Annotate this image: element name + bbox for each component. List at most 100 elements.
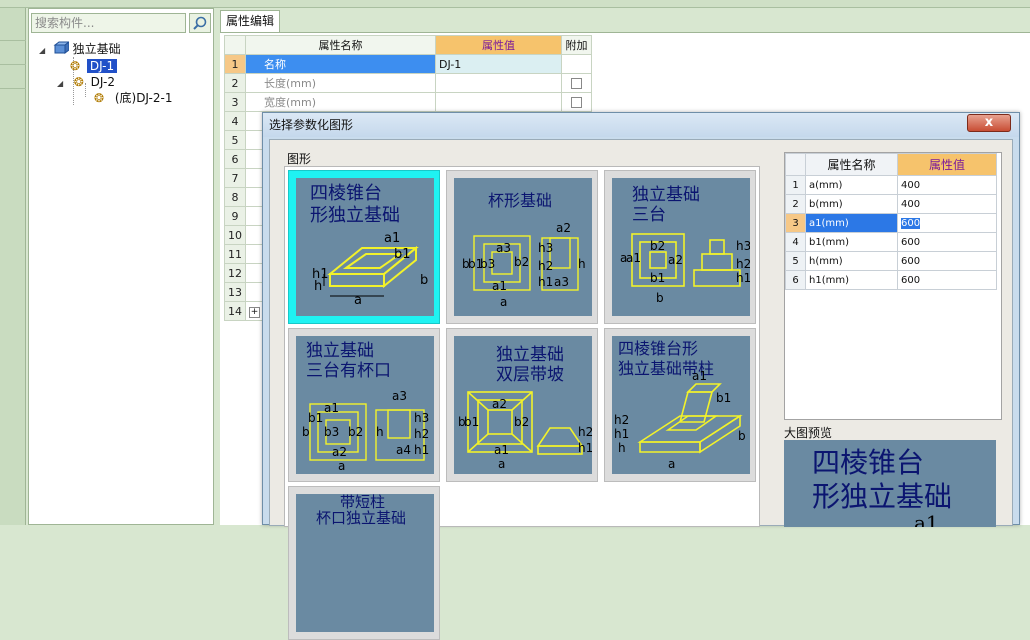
search-button[interactable] (189, 13, 211, 33)
row-number: 8 (224, 187, 246, 207)
param-value[interactable]: 600 (897, 232, 997, 252)
svg-text:b1: b1 (308, 411, 323, 425)
table-row[interactable]: 3 宽度(mm) (224, 92, 592, 112)
svg-text:b: b (302, 425, 310, 439)
param-header-value: 属性值 (897, 153, 997, 176)
table-row[interactable]: 2 b(mm) 400 (785, 194, 997, 214)
row-number: 1 (224, 54, 246, 74)
row-number: 5 (785, 251, 806, 271)
svg-text:h3: h3 (414, 411, 429, 425)
shape-tile-short-column-cup[interactable]: 带短柱 杯口独立基础 (288, 486, 440, 640)
row-value[interactable] (435, 73, 562, 93)
shape-tile-cup-base[interactable]: 杯形基础 b b1 b3 a3 b2 a1 a a2 h3 h2 h1 h a3 (446, 170, 598, 324)
row-value[interactable] (435, 92, 562, 112)
svg-text:b3: b3 (480, 257, 495, 271)
tree-node-dj1[interactable]: ❂ DJ-1 (67, 58, 118, 74)
param-value[interactable]: 400 (897, 175, 997, 195)
expand-icon[interactable]: + (249, 307, 260, 318)
tree-node-root[interactable]: ◢ 独立基础 (39, 41, 121, 57)
svg-text:a1: a1 (626, 251, 641, 265)
row-number: 6 (224, 149, 246, 169)
svg-text:h2: h2 (538, 259, 553, 273)
svg-text:a: a (354, 293, 362, 308)
svg-text:h3: h3 (736, 239, 750, 253)
left-dock-bar (0, 8, 26, 525)
param-name: h1(mm) (805, 270, 898, 290)
shape-tile-three-step-cup[interactable]: 独立基础 三台有杯口 b b1 a1 b3 b2 a2 a a3 h3 h2 h1 a4 h (288, 328, 440, 482)
svg-text:a2: a2 (492, 397, 507, 411)
tab-property-edit[interactable]: 属性编辑 (220, 10, 280, 32)
row-number: 2 (224, 73, 246, 93)
three-step-diagram: aa1b2a2b1bh3h2h1 (620, 233, 750, 305)
svg-text:a3: a3 (496, 241, 511, 255)
svg-text:a1: a1 (384, 231, 400, 246)
shape-thumbnail: 独立基础 双层带坡 b b1 a2 b2 a1 a h2 h1 (454, 336, 592, 474)
component-group-icon (53, 41, 71, 59)
collapse-icon[interactable]: ◢ (39, 43, 49, 59)
svg-text:h2: h2 (578, 425, 592, 439)
table-row[interactable]: 2 长度(mm) (224, 73, 592, 93)
param-name: h(mm) (805, 251, 898, 271)
row-number: 7 (224, 168, 246, 188)
gear-icon: ❂ (93, 91, 105, 105)
corner-cell (224, 35, 246, 55)
preview-subtitle: 形独立基础 (812, 480, 953, 513)
param-value-editing[interactable]: 600 (897, 213, 997, 233)
dialog-body: 图形 四棱锥台 形独立基础 a a1 b1 b h1 h 杯形基础 b b1 b… (269, 139, 1013, 640)
table-row[interactable]: 4 b1(mm) 600 (785, 232, 997, 252)
svg-text:h1: h1 (736, 271, 750, 285)
svg-text:a2: a2 (668, 253, 683, 267)
param-value[interactable]: 600 (897, 270, 997, 290)
svg-text:a2: a2 (556, 221, 571, 235)
tree-node-dj2-1[interactable]: ❂ (底)DJ-2-1 (91, 90, 173, 106)
shape-thumbnail: 四棱锥台 形独立基础 a a1 b1 b h1 h (296, 178, 434, 316)
cup-base-diagram: bb1b3a3b2a1aa2h3h2h1ha3 (462, 221, 586, 309)
pyramid-base-diagram: aa1b1bh1h (312, 231, 428, 308)
svg-text:b: b (656, 291, 664, 305)
top-toolbar-strip (0, 0, 1030, 8)
table-row[interactable]: 5 h(mm) 600 (785, 251, 997, 271)
close-button[interactable]: x (967, 114, 1011, 132)
svg-text:b3: b3 (324, 425, 339, 439)
row-number: 10 (224, 225, 246, 245)
svg-text:h2: h2 (736, 257, 750, 271)
svg-text:b2: b2 (650, 239, 665, 253)
search-input[interactable]: 搜索构件... (31, 13, 186, 33)
row-number: 9 (224, 206, 246, 226)
param-name: b(mm) (805, 194, 898, 214)
svg-text:b1: b1 (716, 391, 731, 405)
shape-tile-double-slope[interactable]: 独立基础 双层带坡 b b1 a2 b2 a1 a h2 h1 (446, 328, 598, 482)
param-header-name: 属性名称 (805, 153, 898, 176)
component-tree-panel: 搜索构件... ◢ 独立基础 ❂ DJ-1 ◢ ❂ DJ-2 ❂ (底)DJ-2… (28, 8, 214, 525)
search-icon (193, 16, 207, 30)
svg-text:a1: a1 (492, 279, 507, 293)
row-extra (561, 54, 592, 74)
row-checkbox[interactable] (571, 97, 582, 108)
param-value[interactable]: 600 (897, 251, 997, 271)
preview-label: 大图预览 (784, 426, 833, 440)
large-preview: 四棱锥台 形独立基础 a1 (784, 440, 996, 527)
shape-grid: 四棱锥台 形独立基础 a a1 b1 b h1 h 杯形基础 b b1 b3 a… (284, 166, 760, 640)
table-row[interactable]: 1 名称 DJ-1 (224, 54, 592, 74)
param-value-selected[interactable]: 600 (901, 217, 921, 229)
svg-text:b2: b2 (348, 425, 363, 439)
shape-parameters-panel: 属性名称 属性值 1 a(mm) 400 2 b(mm) 400 3 a1(mm) 600 … (784, 152, 1002, 420)
table-row[interactable]: 3 a1(mm) 600 (785, 213, 997, 233)
shape-tile-pyramid-with-column[interactable]: 四棱锥台形 独立基础带柱 a1 b1 b h2 h1 h a (604, 328, 756, 482)
svg-text:h: h (578, 257, 586, 271)
row-name: 宽度(mm) (245, 92, 436, 112)
svg-text:b1: b1 (464, 415, 479, 429)
svg-text:a3: a3 (392, 389, 407, 403)
table-row[interactable]: 1 a(mm) 400 (785, 175, 997, 195)
collapse-icon[interactable]: ◢ (57, 76, 67, 92)
shape-tile-three-step[interactable]: 独立基础 三台 a a1 b2 a2 b1 b h3 h2 h1 (604, 170, 756, 324)
row-checkbox[interactable] (571, 78, 582, 89)
shape-tile-pyramid-base[interactable]: 四棱锥台 形独立基础 a a1 b1 b h1 h (288, 170, 440, 324)
param-value[interactable]: 400 (897, 194, 997, 214)
gear-icon: ❂ (69, 59, 81, 73)
svg-text:a1: a1 (494, 443, 509, 457)
row-number: 14 (224, 301, 246, 321)
row-value[interactable]: DJ-1 (435, 54, 562, 74)
table-row[interactable]: 6 h1(mm) 600 (785, 270, 997, 290)
shape-subtitle: 杯口独立基础 (316, 509, 407, 527)
